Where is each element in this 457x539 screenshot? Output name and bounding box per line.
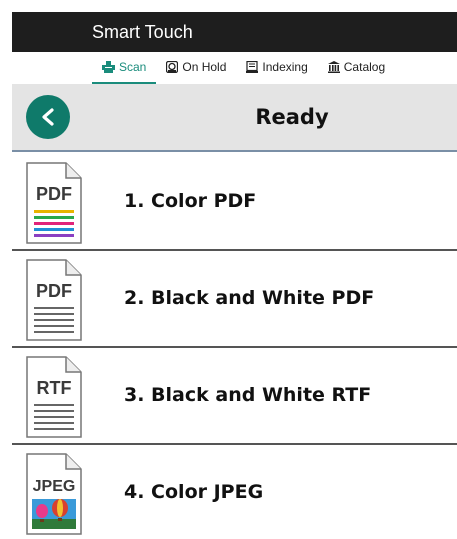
scan-option-label: 4. Color JPEG xyxy=(124,481,264,503)
catalog-icon xyxy=(327,61,340,73)
tab-indexing-label: Indexing xyxy=(262,60,308,74)
tab-indexing[interactable]: Indexing xyxy=(236,52,317,84)
file-type-label: RTF xyxy=(37,378,72,398)
scan-option-label: 1. Color PDF xyxy=(124,190,257,212)
color-jpeg-file-icon: JPEG xyxy=(26,453,82,535)
scan-option-color-pdf[interactable]: PDF 1. Color PDF xyxy=(12,154,457,251)
indexing-icon xyxy=(246,61,259,73)
page-title: Ready xyxy=(255,105,329,129)
tab-scan[interactable]: Scan xyxy=(92,52,157,84)
file-type-label: PDF xyxy=(36,184,72,204)
chevron-left-icon xyxy=(42,108,54,126)
tab-on-hold-label: On Hold xyxy=(182,60,227,74)
color-pdf-file-icon: PDF xyxy=(26,162,82,244)
app-title-bar: Smart Touch xyxy=(12,12,457,52)
app-title: Smart Touch xyxy=(92,21,193,42)
tab-catalog-label: Catalog xyxy=(343,60,386,74)
bw-rtf-file-icon: RTF xyxy=(26,356,82,438)
tab-catalog[interactable]: Catalog xyxy=(318,52,395,84)
hold-icon xyxy=(166,61,179,73)
page-header: Ready xyxy=(12,84,457,152)
tab-scan-label: Scan xyxy=(119,60,147,74)
scan-options-list: PDF 1. Color PDF PDF 2. Black and White … xyxy=(12,154,457,539)
file-type-label: JPEG xyxy=(33,478,76,495)
back-button[interactable] xyxy=(26,95,70,139)
tab-bar: Scan On Hold Indexing Catalog xyxy=(12,52,457,84)
scan-option-bw-rtf[interactable]: RTF 3. Black and White RTF xyxy=(12,348,457,445)
scan-option-bw-pdf[interactable]: PDF 2. Black and White PDF xyxy=(12,251,457,348)
scan-option-label: 2. Black and White PDF xyxy=(124,287,375,309)
scan-option-label: 3. Black and White RTF xyxy=(124,384,372,406)
file-type-label: PDF xyxy=(36,281,72,301)
bw-pdf-file-icon: PDF xyxy=(26,259,82,341)
scanner-icon xyxy=(102,61,115,73)
tab-on-hold[interactable]: On Hold xyxy=(156,52,236,84)
scan-option-color-jpeg[interactable]: JPEG 4. Color JPEG xyxy=(12,445,457,539)
